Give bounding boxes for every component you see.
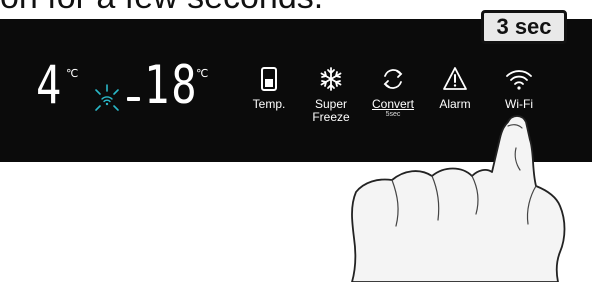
pressing-hand-icon xyxy=(351,115,566,282)
